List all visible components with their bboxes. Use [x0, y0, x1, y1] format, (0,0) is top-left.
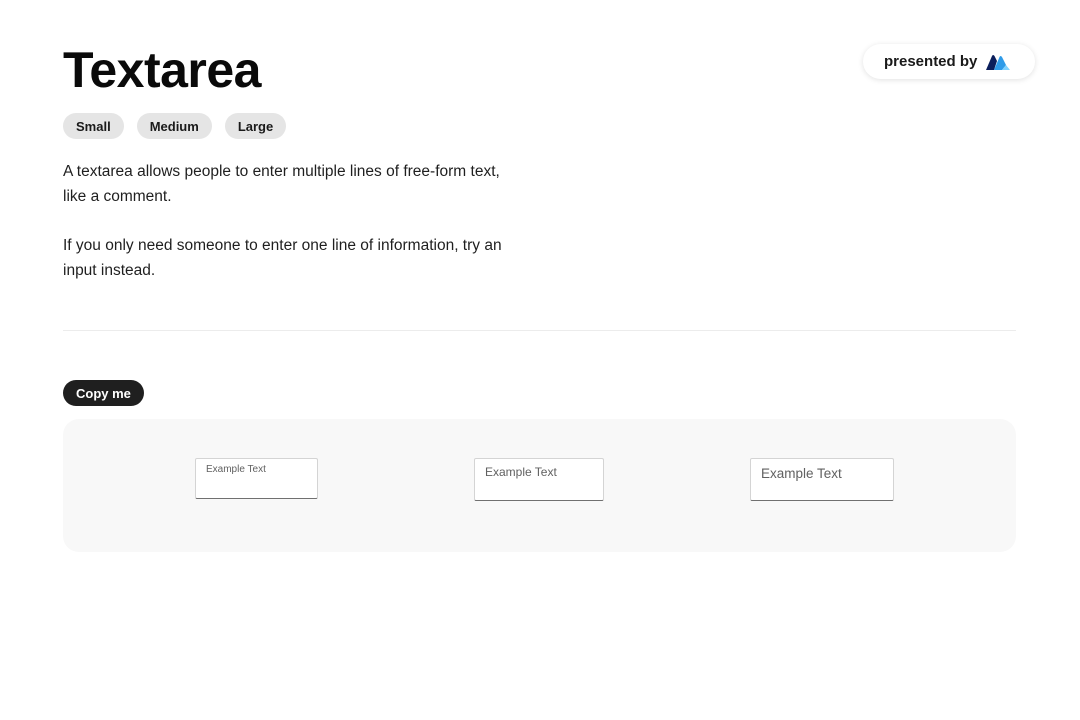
tag-large[interactable]: Large [224, 113, 287, 139]
description-paragraph: A textarea allows people to enter multip… [63, 163, 500, 205]
tag-medium[interactable]: Medium [136, 113, 212, 139]
example-panel [63, 419, 1016, 552]
presented-by-label: presented by [884, 53, 978, 70]
divider [63, 330, 1016, 331]
copy-me-button[interactable]: Copy me [63, 380, 144, 406]
textarea-medium[interactable] [474, 458, 604, 501]
page: Textarea presented by Small Medium Large… [0, 0, 1080, 720]
page-title: Textarea [63, 42, 261, 98]
fluent-logo-icon [985, 53, 1011, 71]
textarea-large[interactable] [750, 458, 894, 501]
textarea-small[interactable] [195, 458, 318, 499]
description-paragraph-secondary: If you only need someone to enter one li… [63, 237, 502, 279]
size-tags: Small Medium Large [63, 113, 287, 139]
tag-small[interactable]: Small [63, 113, 124, 139]
presented-by-badge[interactable]: presented by [863, 44, 1035, 79]
